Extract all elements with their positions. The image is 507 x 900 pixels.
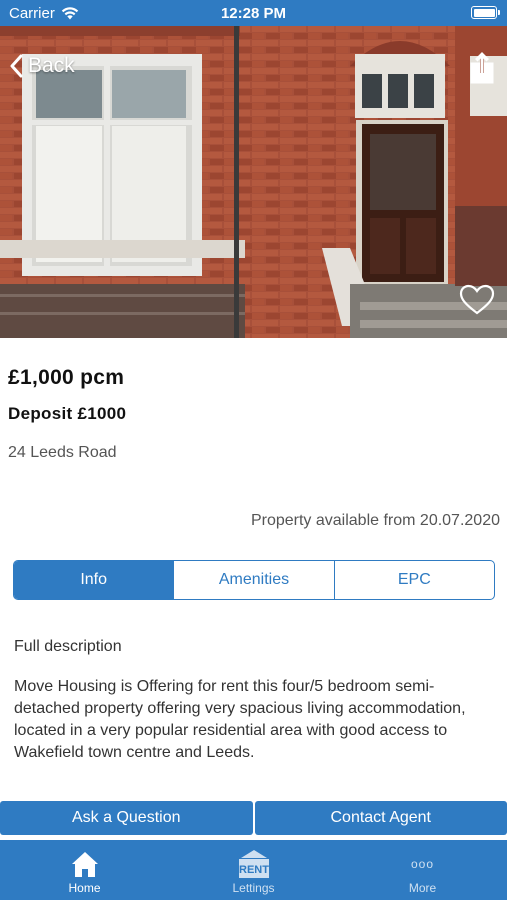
tabbar-lettings-label: Lettings bbox=[232, 881, 275, 895]
tabbar-more[interactable]: ooo More bbox=[338, 840, 507, 900]
availability-date: Property available from 20.07.2020 bbox=[250, 512, 500, 529]
more-dots-icon: ooo bbox=[410, 857, 435, 871]
detail-tabs: Info Amenities EPC bbox=[13, 560, 495, 600]
listing-deposit: Deposit £1000 bbox=[8, 404, 127, 423]
battery-icon bbox=[471, 6, 500, 19]
description-body: Move Housing is Offering for rent this f… bbox=[14, 678, 466, 761]
tab-amenities[interactable]: Amenities bbox=[173, 561, 333, 599]
status-bar: Carrier 12:28 PM bbox=[0, 0, 507, 26]
back-label: Back bbox=[28, 54, 75, 77]
home-icon bbox=[71, 852, 98, 877]
listing-address: 24 Leeds Road bbox=[8, 444, 117, 461]
rent-sign-text: RENT bbox=[239, 864, 269, 876]
bottom-tab-bar: Home RENT Lettings ooo More bbox=[0, 840, 507, 900]
back-button[interactable]: Back bbox=[10, 54, 75, 78]
tabbar-home[interactable]: Home bbox=[0, 840, 169, 900]
listing-price: £1,000 pcm bbox=[8, 366, 125, 389]
tabbar-more-label: More bbox=[408, 881, 437, 895]
chevron-left-icon bbox=[10, 54, 23, 78]
ask-question-button[interactable]: Ask a Question bbox=[0, 801, 253, 835]
status-time: 12:28 PM bbox=[220, 5, 287, 22]
description-title: Full description bbox=[14, 638, 122, 655]
share-button[interactable] bbox=[469, 52, 495, 84]
house-photo bbox=[0, 26, 507, 338]
rent-sign-icon: RENT bbox=[238, 850, 269, 878]
property-photo[interactable]: Back bbox=[0, 26, 507, 338]
tab-epc[interactable]: EPC bbox=[333, 561, 494, 599]
share-icon bbox=[470, 52, 494, 84]
tabbar-lettings[interactable]: RENT Lettings bbox=[169, 840, 338, 900]
tabbar-home-label: Home bbox=[68, 881, 101, 895]
heart-icon bbox=[459, 284, 495, 315]
contact-agent-button[interactable]: Contact Agent bbox=[254, 801, 507, 835]
action-buttons: Ask a Question Contact Agent bbox=[0, 801, 507, 835]
tab-info[interactable]: Info bbox=[14, 561, 174, 599]
favorite-button[interactable] bbox=[459, 284, 495, 316]
